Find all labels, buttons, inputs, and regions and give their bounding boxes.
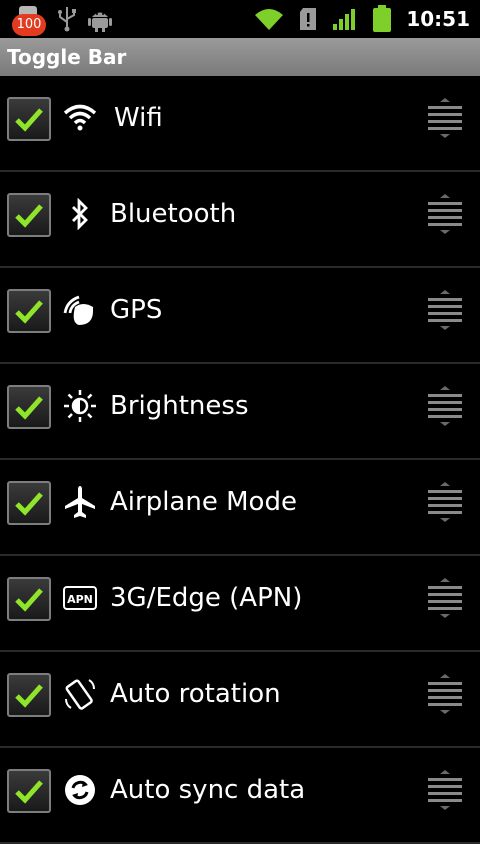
- checkmark-icon: [15, 108, 43, 132]
- gps-icon: [62, 292, 98, 328]
- battery-icon: [373, 5, 392, 32]
- toggle-row-wifi[interactable]: Wifi: [0, 76, 480, 172]
- checkmark-icon: [15, 300, 43, 324]
- toggle-label: Bluetooth: [110, 199, 237, 229]
- auto-rotation-checkbox[interactable]: [7, 673, 51, 717]
- brightness-icon: [62, 388, 98, 424]
- wifi-icon: [62, 100, 98, 136]
- bluetooth-icon: [62, 196, 98, 232]
- drag-handle-icon[interactable]: [426, 770, 464, 810]
- sd-card-alert-icon: [300, 8, 317, 30]
- toggle-label: Brightness: [110, 391, 249, 421]
- checkmark-icon: [15, 780, 43, 804]
- app-badge-icon: 100: [12, 2, 46, 36]
- apn-icon-text: APN: [67, 593, 93, 606]
- notification-count-badge: 100: [12, 14, 46, 36]
- toggle-row-bluetooth[interactable]: Bluetooth: [0, 172, 480, 268]
- toggle-list: Wifi Bluetooth GPS Brightness Airplane M…: [0, 76, 480, 844]
- toggle-label: GPS: [110, 295, 163, 325]
- toggle-row-auto-rotation[interactable]: Auto rotation: [0, 652, 480, 748]
- wifi-checkbox[interactable]: [7, 97, 51, 141]
- clock: 10:51: [406, 7, 470, 31]
- drag-handle-icon[interactable]: [426, 674, 464, 714]
- airplane-mode-checkbox[interactable]: [7, 481, 51, 525]
- toggle-row-gps[interactable]: GPS: [0, 268, 480, 364]
- apn-icon: APN: [62, 580, 98, 616]
- toggle-label: Auto sync data: [110, 775, 306, 805]
- checkmark-icon: [15, 492, 43, 516]
- page-title: Toggle Bar: [7, 45, 127, 69]
- checkmark-icon: [15, 204, 43, 228]
- auto-sync-checkbox[interactable]: [7, 769, 51, 813]
- rotation-icon: [62, 676, 98, 712]
- bluetooth-checkbox[interactable]: [7, 193, 51, 237]
- checkmark-icon: [15, 684, 43, 708]
- drag-handle-icon[interactable]: [426, 98, 464, 138]
- toggle-row-brightness[interactable]: Brightness: [0, 364, 480, 460]
- toggle-row-airplane-mode[interactable]: Airplane Mode: [0, 460, 480, 556]
- brightness-checkbox[interactable]: [7, 385, 51, 429]
- toggle-label: Airplane Mode: [110, 487, 297, 517]
- toggle-row-auto-sync[interactable]: Auto sync data: [0, 748, 480, 844]
- drag-handle-icon[interactable]: [426, 290, 464, 330]
- android-icon: [88, 12, 112, 32]
- status-bar: 100 10:51: [0, 0, 480, 38]
- drag-handle-icon[interactable]: [426, 578, 464, 618]
- toggle-label: 3G/Edge (APN): [110, 583, 303, 613]
- checkmark-icon: [15, 588, 43, 612]
- cell-signal-icon: [333, 9, 356, 30]
- wifi-signal-icon: [255, 9, 284, 30]
- gps-checkbox[interactable]: [7, 289, 51, 333]
- toggle-row-apn[interactable]: APN 3G/Edge (APN): [0, 556, 480, 652]
- drag-handle-icon[interactable]: [426, 194, 464, 234]
- title-bar: Toggle Bar: [0, 38, 480, 76]
- usb-icon: [58, 7, 76, 32]
- airplane-icon: [62, 484, 98, 520]
- apn-checkbox[interactable]: [7, 577, 51, 621]
- checkmark-icon: [15, 396, 43, 420]
- toggle-label: Wifi: [114, 103, 163, 133]
- drag-handle-icon[interactable]: [426, 482, 464, 522]
- drag-handle-icon[interactable]: [426, 386, 464, 426]
- toggle-label: Auto rotation: [110, 679, 281, 709]
- sync-icon: [62, 772, 98, 808]
